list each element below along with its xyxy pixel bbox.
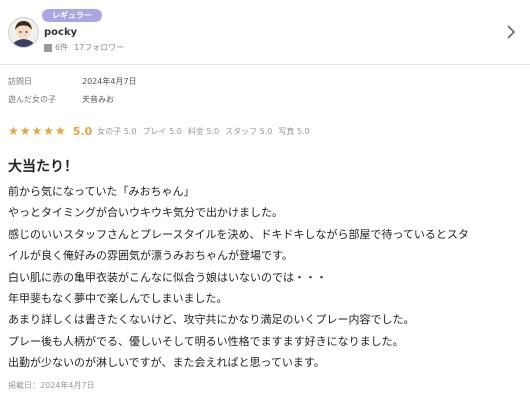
document-icon xyxy=(44,43,52,52)
post-count: 6件 xyxy=(55,43,69,52)
review-line: 白い肌に赤の亀甲衣装がこんなに似合う娘はいないのでは・・・ xyxy=(8,270,327,284)
review-line: あまり詳しくは書きたくないけど、攻守共にかなり満足のいくプレー内容でした。 xyxy=(8,313,415,327)
review-title: 大当たり！ xyxy=(8,159,78,175)
visit-date-label: 訪問日 xyxy=(8,77,32,86)
overall-score: 5.0 xyxy=(72,124,93,138)
follower-count: 17フォロワー xyxy=(74,43,125,52)
rating-row: ★★★★★ 5.0 女の子 5.0 プレイ 5.0 料金 5.0 スタッフ 5.0 写真… xyxy=(8,124,316,138)
reviewer-rank-badge: レギュラー xyxy=(42,9,102,22)
reviewer-stats: 6件 17フォロワー xyxy=(44,42,124,53)
rating-price: 料金 5.0 xyxy=(187,126,220,136)
review-line: 感じのいいスタッフさんとプレースタイルを決め、ドキドキしながら部屋で待っていると… xyxy=(8,227,469,241)
review-line: やっとタイミングが合いウキウキ気分で出かけました。 xyxy=(8,206,283,220)
reviewer-name[interactable]: pocky xyxy=(44,27,77,38)
rating-staff: スタッフ 5.0 xyxy=(225,126,273,136)
played-with-label: 遊んだ女の子 xyxy=(8,95,56,104)
review-line: プレー後も人柄がでる、優しいそして明るい性格でますます好きになりました。 xyxy=(8,334,404,348)
avatar xyxy=(8,17,39,48)
rating-breakdown: 女の子 5.0 プレイ 5.0 料金 5.0 スタッフ 5.0 写真 5.0 xyxy=(97,126,315,137)
reviewer-header[interactable]: レギュラー pocky 6件 17フォロワー xyxy=(0,0,530,65)
rating-photo: 写真 5.0 xyxy=(278,126,310,136)
visit-date-value: 2024年4月7日 xyxy=(82,77,137,86)
rating-play: プレイ 5.0 xyxy=(142,126,182,136)
review-line: 出勤が少ないのが淋しいですが、また会えればと思っています。 xyxy=(8,356,325,370)
review-line: 前から気になっていた「みおちゃん」 xyxy=(8,185,195,198)
star-rating-icon: ★★★★★ xyxy=(8,124,67,138)
chevron-right-icon[interactable] xyxy=(506,24,516,44)
played-with-value: 天音みお xyxy=(82,95,114,104)
played-with-row: 遊んだ女の子 天音みお xyxy=(8,94,114,105)
posted-date: 掲載日：2024年4月7日 xyxy=(8,381,95,390)
visit-date-row: 訪問日 2024年4月7日 xyxy=(8,76,137,87)
rating-girl: 女の子 5.0 xyxy=(97,126,137,136)
review-line: イルが良く俺好みの雰囲気が漂うみおちゃんが登場です。 xyxy=(8,249,293,263)
review-line: 年甲斐もなく夢中で楽しんでしまいました。 xyxy=(8,292,228,306)
review-body: 前から気になっていた「みおちゃん」 やっとタイミングが合いウキウキ気分で出かけま… xyxy=(8,181,524,374)
